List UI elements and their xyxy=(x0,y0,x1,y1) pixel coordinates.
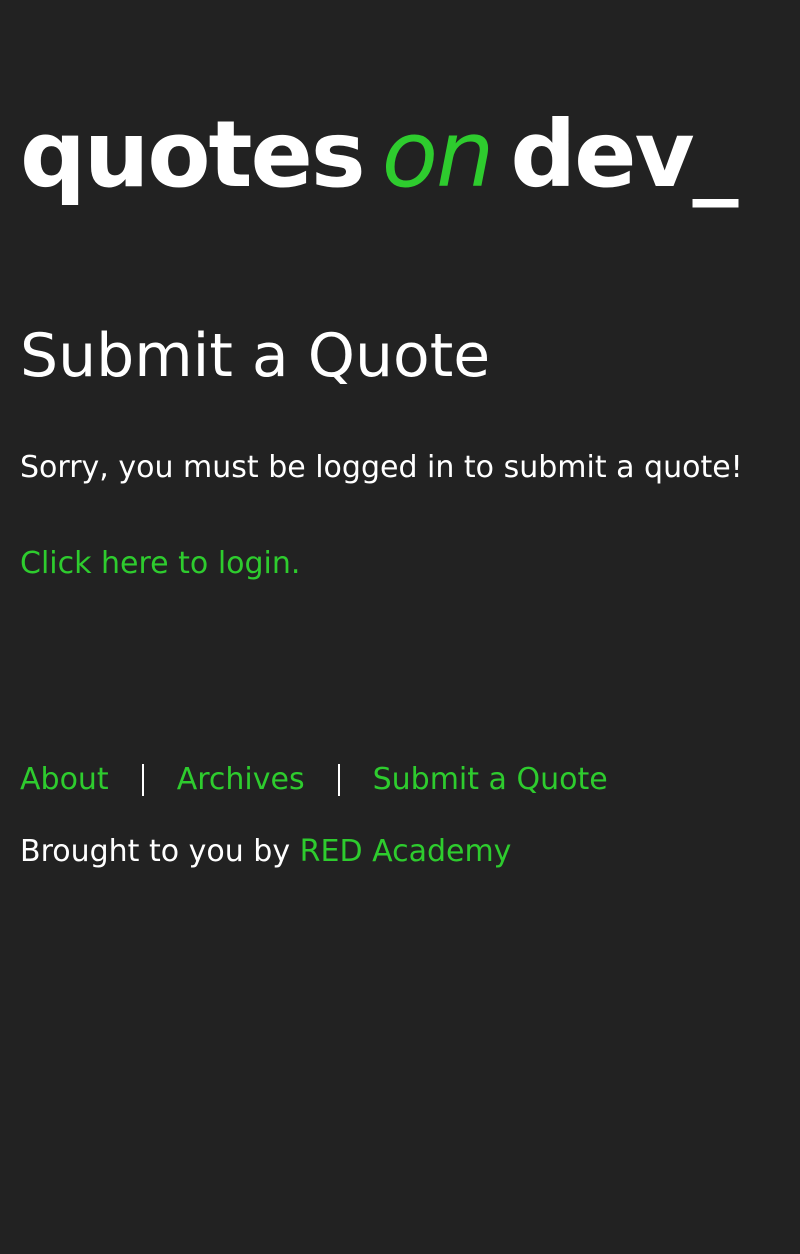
credit-link-red-academy[interactable]: RED Academy xyxy=(300,834,512,869)
footer-link-about[interactable]: About xyxy=(20,760,109,800)
login-link[interactable]: Click here to login. xyxy=(20,544,300,584)
logo-word-dev: dev_ xyxy=(510,101,738,208)
footer-credit: Brought to you by RED Academy xyxy=(20,832,511,872)
logo-word-on: on xyxy=(381,101,495,208)
footer-link-archives[interactable]: Archives xyxy=(177,760,305,800)
footer-separator xyxy=(141,764,144,796)
footer-nav: About Archives Submit a Quote xyxy=(20,760,608,800)
site-logo[interactable]: quotes on dev_ xyxy=(20,100,739,210)
credit-prefix: Brought to you by xyxy=(20,834,291,869)
page-title: Submit a Quote xyxy=(20,321,491,391)
logo-word-quotes: quotes xyxy=(20,101,366,208)
login-required-message: Sorry, you must be logged in to submit a… xyxy=(20,450,743,485)
footer-link-submit-quote[interactable]: Submit a Quote xyxy=(373,760,608,800)
footer-separator xyxy=(337,764,340,796)
